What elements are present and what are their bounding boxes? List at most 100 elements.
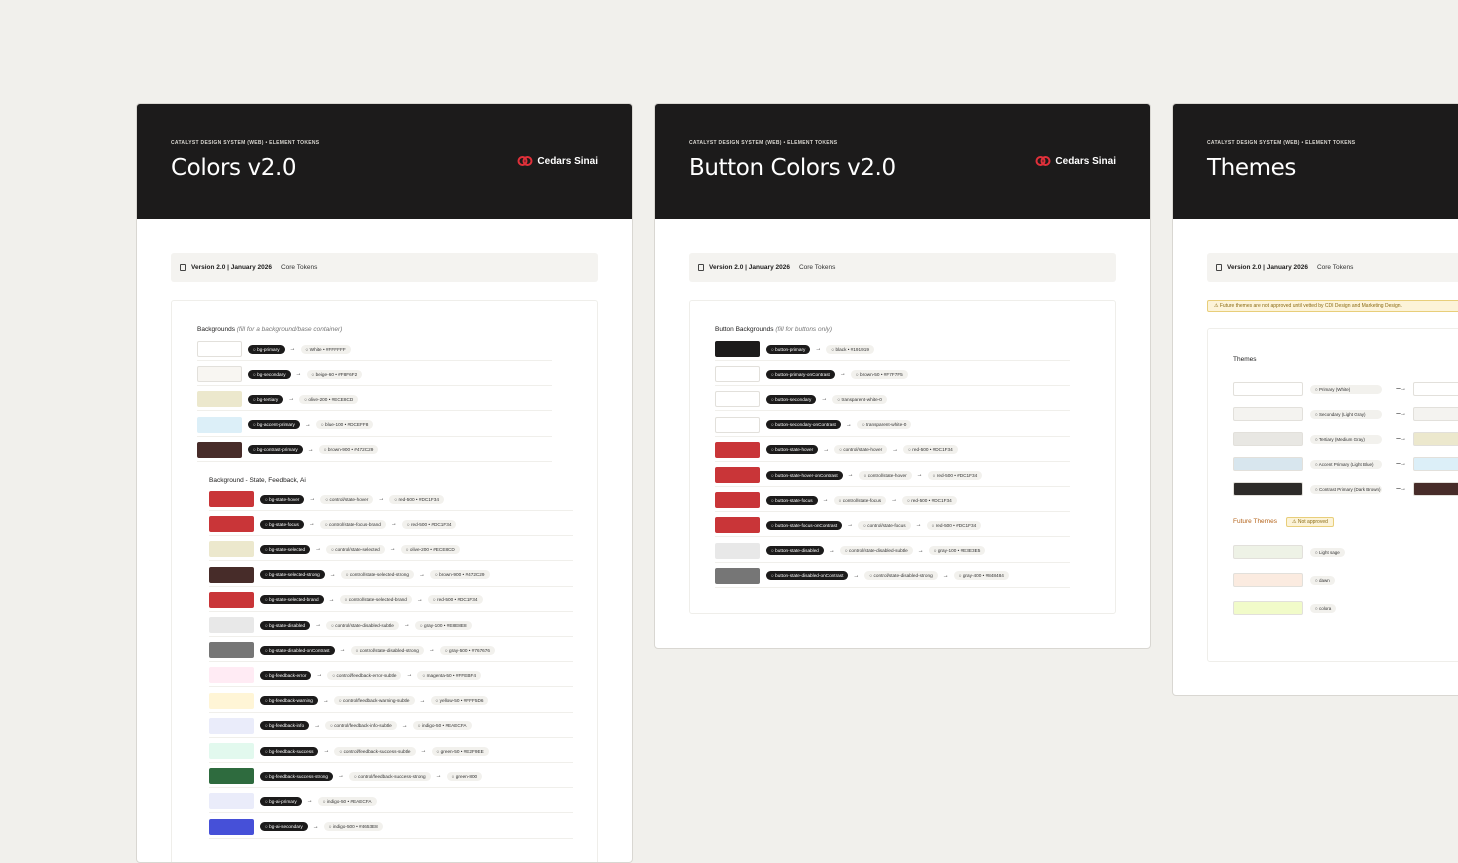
color-swatch: [715, 542, 760, 559]
page-title: Themes: [1207, 155, 1296, 181]
value-pill: ○ red-500 • #DC1F34: [927, 470, 983, 480]
state-row: ○ bg-feedback-info → ○ control/feedback-in…: [209, 714, 472, 738]
color-swatch: [715, 366, 760, 383]
state-row: ○ bg-ai-secondary → ○ indigo-500 • #4653E8: [209, 815, 383, 839]
theme-label: ○ Light sage: [1310, 547, 1345, 557]
theme-swatch: [1233, 432, 1303, 446]
theme-swatch: [1233, 573, 1303, 587]
color-swatch: [715, 341, 760, 357]
token-pill: ○ button-state-focus-onContrast: [766, 520, 843, 530]
color-swatch: [209, 793, 254, 810]
button-row: ○ button-state-disabled → ○ control/state-…: [715, 539, 986, 563]
state-row: ○ bg-ai-primary → ○ indigo-50 • #EAECFA: [209, 789, 377, 813]
value-pill: ○ gray-100 • #E3E3E5: [928, 546, 986, 556]
row-divider: [209, 661, 573, 663]
future-theme-row: ○ colora: [1233, 598, 1337, 618]
token-pill: ○ bg-state-selected-brand: [260, 595, 324, 605]
future-theme-row: ○ dawn: [1233, 570, 1335, 590]
row-divider: [715, 435, 1070, 437]
value-pill: ○ brown-50 • #F7F7F5: [850, 369, 908, 379]
future-themes-title: Future Themes: [1233, 518, 1277, 525]
theme-target-swatch: [1413, 482, 1458, 496]
color-swatch: [209, 743, 254, 759]
value-pill: ○ brown-900 • #472C29: [318, 445, 379, 455]
color-swatch: [197, 416, 242, 433]
version-bar: Version 2.0 | January 2026 Core Tokens: [1207, 253, 1458, 282]
value-pill: ○ red-500 • #DC1F34: [427, 595, 483, 605]
version-bar: Version 2.0 | January 2026 Core Tokens: [171, 253, 598, 282]
token-pill: ○ button-primary-onContrast: [766, 369, 835, 379]
arrow-icon: →: [822, 497, 829, 504]
logo-text: Cedars Sinai: [1055, 155, 1116, 167]
arrow-icon: →: [815, 346, 822, 352]
token-pill: ○ bg-ai-secondary: [260, 822, 308, 832]
arrow-icon: →: [329, 571, 336, 578]
value-pill: ○ gray-400 • #848484: [953, 571, 1009, 581]
arrow-icon: →: [378, 496, 385, 502]
arrow-icon: →: [419, 697, 426, 704]
row-divider: [715, 536, 1070, 538]
token-pill: ○ bg-feedback-error: [260, 670, 312, 680]
arrow-icon: →: [289, 346, 296, 352]
token-pill: ○ bg-accent-primary: [248, 420, 300, 430]
themes-section-title: Themes: [1233, 356, 1257, 363]
state-title: Background - State, Feedback, Ai: [209, 477, 306, 484]
theme-target-swatch: [1413, 407, 1458, 421]
button-row: ○ button-secondary → ○ transparent-white-0: [715, 387, 887, 411]
arrow-icon: →: [390, 521, 397, 528]
arrow-icon: →: [416, 596, 423, 603]
arrow-icon: →: [823, 446, 830, 453]
theme-row: ○ Tertiary (Medium Gray) ----→: [1233, 429, 1458, 449]
alias-pill: ○ control/feedback-success-strong: [349, 771, 431, 781]
state-row: ○ bg-state-selected → ○ control/state-sele…: [209, 537, 460, 561]
button-colors-card: CATALYST DESIGN SYSTEM (WEB) • ELEMENT T…: [654, 103, 1151, 649]
button-row: ○ button-state-focus → ○ control/state-foc…: [715, 488, 957, 512]
dashed-arrow-icon: ----→: [1396, 386, 1406, 392]
value-pill: ○ red-500 • #DC1F34: [902, 495, 957, 505]
core-tokens-link[interactable]: Core Tokens: [281, 264, 317, 271]
color-swatch: [209, 566, 254, 583]
arrow-icon: →: [428, 647, 435, 654]
arrow-icon: →: [288, 396, 295, 403]
breadcrumb: CATALYST DESIGN SYSTEM (WEB) • ELEMENT T…: [689, 140, 838, 146]
value-pill: ○ brown-900 • #472C29: [429, 570, 490, 580]
token-pill: ○ button-state-hover-onContrast: [766, 470, 843, 480]
arrow-icon: →: [847, 522, 854, 529]
core-tokens-link[interactable]: Core Tokens: [799, 264, 835, 271]
value-pill: ○ red-500 • #DC1F34: [903, 445, 958, 455]
token-pill: ○ bg-feedback-success: [260, 746, 319, 756]
core-tokens-link[interactable]: Core Tokens: [1317, 264, 1353, 271]
row-divider: [209, 510, 573, 511]
row-divider: [715, 486, 1070, 487]
button-backgrounds-title: Button Backgrounds (fill for buttons onl…: [715, 326, 833, 333]
row-divider: [209, 610, 573, 612]
alias-pill: ○ control/state-disabled-strong: [864, 571, 938, 581]
theme-swatch: [1233, 457, 1303, 471]
state-row: ○ bg-state-hover → ○ control/state-hover → ○…: [209, 487, 444, 511]
alias-pill: ○ control/state-focus: [833, 495, 887, 505]
value-pill: ○ gray-500 • #767676: [439, 645, 496, 655]
breadcrumb: CATALYST DESIGN SYSTEM (WEB) • ELEMENT T…: [1207, 140, 1356, 146]
token-pill: ○ bg-feedback-info: [260, 721, 310, 731]
backgrounds-hint: (fill for a background/base container): [236, 326, 343, 333]
background-row: ○ bg-tertiary → ○ olive-200 • #ECE8CD: [197, 387, 359, 411]
alias-pill: ○ control/state-selected-brand: [339, 595, 412, 605]
token-pill: ○ bg-feedback-warning: [260, 696, 318, 706]
theme-swatch: [1233, 601, 1303, 615]
color-swatch: [715, 391, 760, 408]
arrow-icon: →: [338, 773, 345, 780]
row-divider: [197, 460, 552, 462]
alias-pill: ○ control/state-focus: [858, 520, 911, 530]
alias-pill: ○ control/state-disabled-strong: [350, 645, 424, 655]
cedars-logo-icon: [517, 156, 533, 166]
color-swatch: [209, 818, 254, 835]
token-pill: ○ bg-state-hover: [260, 494, 305, 504]
arrow-icon: →: [916, 472, 923, 478]
color-swatch: [209, 491, 254, 507]
button-row: ○ button-state-hover-onContrast → ○ contro…: [715, 463, 983, 487]
button-row: ○ button-state-focus-onContrast → ○ contro…: [715, 513, 982, 537]
theme-label: ○ Secondary (Light Gray): [1310, 409, 1382, 419]
background-row: ○ bg-primary → ○ White • #FFFFFF: [197, 337, 351, 361]
value-pill: ○ red-500 • #DC1F34: [401, 519, 457, 529]
row-divider: [715, 410, 1070, 412]
